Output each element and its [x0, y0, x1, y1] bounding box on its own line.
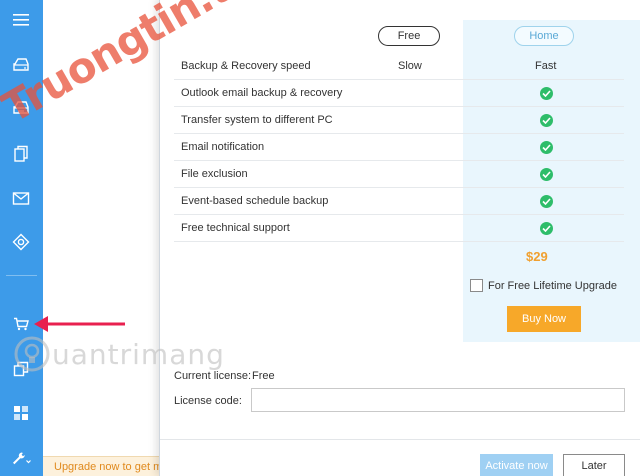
lifetime-upgrade-checkbox[interactable]	[470, 279, 483, 292]
feature-row: Free technical support	[174, 215, 624, 242]
plan-header-free: Free	[378, 26, 440, 46]
check-icon	[540, 195, 553, 208]
check-icon	[540, 114, 553, 127]
feature-label: Free technical support	[181, 222, 290, 234]
clone-files-icon[interactable]	[9, 357, 33, 381]
footer-divider	[160, 439, 640, 440]
left-sidebar	[0, 0, 43, 476]
red-arrow-annotation	[34, 316, 125, 332]
menu-icon[interactable]	[9, 8, 33, 32]
plan-header-home: Home	[514, 26, 574, 46]
feature-label: File exclusion	[181, 168, 248, 180]
backup-disk-icon[interactable]	[9, 53, 33, 77]
upgrade-banner[interactable]: Upgrade now to get m	[43, 456, 159, 476]
license-code-input[interactable]	[251, 388, 625, 412]
upgrade-banner-text[interactable]: Upgrade now to get m	[54, 461, 159, 473]
feature-row: File exclusion	[174, 161, 624, 188]
tools-icon[interactable]	[9, 230, 33, 254]
check-icon	[540, 222, 553, 235]
activate-now-button[interactable]: Activate now	[480, 454, 553, 476]
feature-row: Event-based schedule backup	[174, 188, 624, 215]
feature-label: Outlook email backup & recovery	[181, 87, 343, 99]
sidebar-divider	[6, 275, 37, 276]
feature-label: Event-based schedule backup	[181, 195, 329, 207]
feature-row: Backup & Recovery speed Slow Fast	[174, 53, 624, 80]
check-icon	[540, 87, 553, 100]
buy-now-button[interactable]: Buy Now	[507, 306, 581, 332]
feature-free-value: Slow	[398, 60, 422, 72]
apps-icon[interactable]	[9, 401, 33, 425]
current-license-label: Current license:	[174, 370, 252, 382]
feature-row: Email notification	[174, 134, 624, 161]
feature-row: Transfer system to different PC	[174, 107, 624, 134]
feature-row: Outlook email backup & recovery	[174, 80, 624, 107]
clone-icon[interactable]	[9, 142, 33, 166]
home-price: $29	[526, 249, 548, 264]
wrench-icon[interactable]	[9, 446, 33, 470]
background-app-area	[43, 0, 159, 476]
cart-icon[interactable]	[9, 312, 33, 336]
feature-label: Backup & Recovery speed	[181, 60, 311, 72]
later-button[interactable]: Later	[563, 454, 625, 476]
feature-label: Email notification	[181, 141, 265, 153]
feature-label: Transfer system to different PC	[181, 114, 333, 126]
current-license-value: Free	[252, 370, 275, 382]
upgrade-dialog: Free Home Backup & Recovery speed Slow F…	[159, 0, 640, 476]
check-icon	[540, 168, 553, 181]
lifetime-upgrade-label[interactable]: For Free Lifetime Upgrade	[488, 280, 617, 292]
feature-home-value: Fast	[535, 60, 557, 72]
license-code-label: License code:	[174, 395, 242, 407]
check-icon	[540, 141, 553, 154]
restore-icon[interactable]	[9, 96, 33, 120]
email-backup-icon[interactable]	[9, 186, 33, 210]
